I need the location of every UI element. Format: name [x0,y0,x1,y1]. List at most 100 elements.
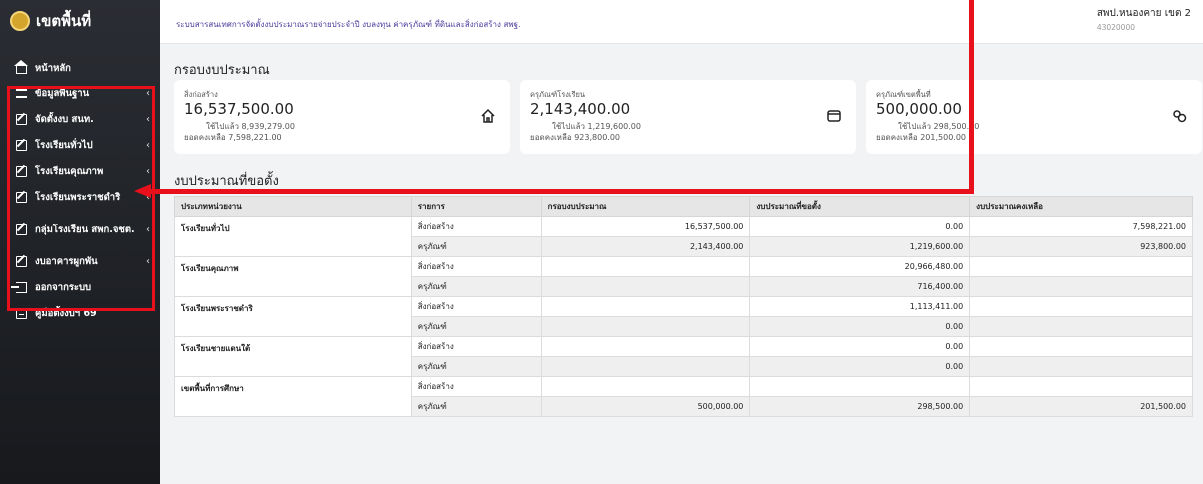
coins-icon [1173,110,1187,123]
remaining-cell [969,256,1193,277]
remaining-cell [969,296,1193,317]
edit-icon [16,191,27,203]
frame-cell: 2,143,400.00 [540,236,751,257]
sidebar-item-label: โรงเรียนพระราชดำริ [35,191,121,203]
chevron-left-icon: ‹ [146,139,150,151]
table-row: โรงเรียนคุณภาพ สิ่งก่อสร้าง 20,966,480.0… [174,256,1193,297]
sidebar-item-logout[interactable]: ออกจากระบบ [0,274,160,300]
frame-cell [540,376,751,397]
annotation-arrow-head [134,184,151,198]
sidebar-item-label: กลุ่มโรงเรียน สพก.จชต. [35,223,135,235]
remaining-cell [969,376,1193,397]
brand-title: เขตพื้นที่ [36,12,92,30]
chevron-left-icon: ‹ [146,165,150,177]
sidebar-item-basic-data[interactable]: ข้อมูลพื้นฐาน ‹ [0,80,160,106]
budget-card-school-equipment: ครุภัณฑ์โรงเรียน 2,143,400.00 ใช้ไปแล้ว … [520,80,856,154]
chevron-left-icon: ‹ [146,87,150,99]
group-name: โรงเรียนชายแดนใต้ [174,336,412,377]
group-name: โรงเรียนทั่วไป [174,216,412,257]
remaining-cell: 201,500.00 [969,396,1193,417]
annotation-arrow-line [969,0,974,193]
remaining-cell [969,316,1193,337]
requested-cell: 1,113,411.00 [749,296,971,317]
chevron-left-icon: ‹ [146,223,150,235]
table-row: โรงเรียนทั่วไป สิ่งก่อสร้าง 16,537,500.0… [174,216,1193,257]
item-cell: สิ่งก่อสร้าง [410,336,542,357]
user-code: 43020000 [1096,23,1136,32]
wallet-icon [827,110,841,122]
card-value: 2,143,400.00 [530,100,631,118]
card-value: 500,000.00 [876,100,962,118]
column-header: กรอบงบประมาณ [540,196,751,217]
requested-cell [749,376,971,397]
table-row: โรงเรียนพระราชดำริ สิ่งก่อสร้าง 1,113,41… [174,296,1193,337]
requested-cell: 0.00 [749,336,971,357]
requested-cell: 0.00 [749,216,971,237]
system-title: ระบบสารสนเทศการจัดตั้งงบประมาณรายจ่ายประ… [176,20,521,29]
table-row: โรงเรียนชายแดนใต้ สิ่งก่อสร้าง 0.00 [174,336,1193,377]
remaining-cell: 923,800.00 [969,236,1193,257]
card-value: 16,537,500.00 [184,100,294,118]
requested-cell: 716,400.00 [749,276,971,297]
column-header: งบประมาณคงเหลือ [969,196,1193,217]
chevron-left-icon: ‹ [146,113,150,125]
logout-icon [11,281,27,293]
sliders-icon [16,88,27,98]
item-cell: ครุภัณฑ์ [410,396,542,417]
frame-cell [540,336,751,357]
brand[interactable]: เขตพื้นที่ [0,0,160,42]
sidebar: เขตพื้นที่ หน้าหลัก ข้อมูลพื้นฐาน ‹ จัดต… [0,0,160,484]
requested-cell: 0.00 [749,356,971,377]
sidebar-item-label: โรงเรียนคุณภาพ [35,165,104,177]
sidebar-item-label: โรงเรียนทั่วไป [35,139,93,151]
column-header: งบประมาณที่ขอตั้ง [749,196,971,217]
sidebar-item-building-commitment[interactable]: งบอาคารผูกพัน ‹ [0,248,160,274]
sidebar-item-label: คู่มือตั้งงบฯ 69 [35,307,97,319]
card-remaining: ยอดคงเหลือ 7,598,221.00 [184,133,282,142]
user-name: สพป.หนองคาย เขต 2 [1096,8,1191,19]
sidebar-item-setup-budget[interactable]: จัดตั้งงบ สนท. ‹ [0,106,160,132]
sidebar-item-label: หน้าหลัก [35,62,71,74]
budget-card-area-equipment: ครุภัณฑ์เขตพื้นที่ 500,000.00 ใช้ไปแล้ว … [866,80,1202,154]
sidebar-item-manual[interactable]: คู่มือตั้งงบฯ 69 [0,300,160,326]
sidebar-item-label: ออกจากระบบ [35,281,92,293]
annotation-arrow-line [150,189,974,194]
remaining-cell [969,276,1193,297]
frame-cell [540,276,751,297]
edit-icon [16,139,27,151]
sidebar-item-home[interactable]: หน้าหลัก [0,56,160,80]
frame-cell [540,296,751,317]
item-cell: สิ่งก่อสร้าง [410,216,542,237]
remaining-cell [969,336,1193,357]
sidebar-item-school-groups[interactable]: กลุ่มโรงเรียน สพก.จชต. ‹ [0,210,160,248]
frame-cell [540,316,751,337]
edit-icon [16,223,27,235]
requested-cell: 20,966,480.00 [749,256,971,277]
section-title-framework: กรอบงบประมาณ [174,63,270,78]
table-header-row: ประเภทหน่วยงาน รายการ กรอบงบประมาณ งบประ… [174,196,1193,217]
group-name: เขตพื้นที่การศึกษา [174,376,412,417]
top-header: ระบบสารสนเทศการจัดตั้งงบประมาณรายจ่ายประ… [160,0,1203,44]
requested-cell: 1,219,600.00 [749,236,971,257]
sidebar-item-quality-schools[interactable]: โรงเรียนคุณภาพ ‹ [0,158,160,184]
remaining-cell [969,356,1193,377]
group-name: โรงเรียนคุณภาพ [174,256,412,297]
column-header: รายการ [410,196,542,217]
item-cell: ครุภัณฑ์ [410,316,542,337]
home-icon [481,108,495,123]
frame-cell: 16,537,500.00 [540,216,751,237]
item-cell: สิ่งก่อสร้าง [410,376,542,397]
frame-cell: 500,000.00 [540,396,751,417]
sidebar-item-label: จัดตั้งงบ สนท. [35,113,94,125]
item-cell: ครุภัณฑ์ [410,276,542,297]
requested-cell: 0.00 [749,316,971,337]
group-name: โรงเรียนพระราชดำริ [174,296,412,337]
user-info[interactable]: สพป.หนองคาย เขต 2 43020000 [1097,6,1191,32]
column-header: ประเภทหน่วยงาน [174,196,412,217]
book-icon [16,307,27,319]
sidebar-item-label: ข้อมูลพื้นฐาน [35,87,90,99]
sidebar-item-general-schools[interactable]: โรงเรียนทั่วไป ‹ [0,132,160,158]
table-row: เขตพื้นที่การศึกษา สิ่งก่อสร้าง [174,376,1193,417]
item-cell: ครุภัณฑ์ [410,356,542,377]
edit-icon [16,255,27,267]
